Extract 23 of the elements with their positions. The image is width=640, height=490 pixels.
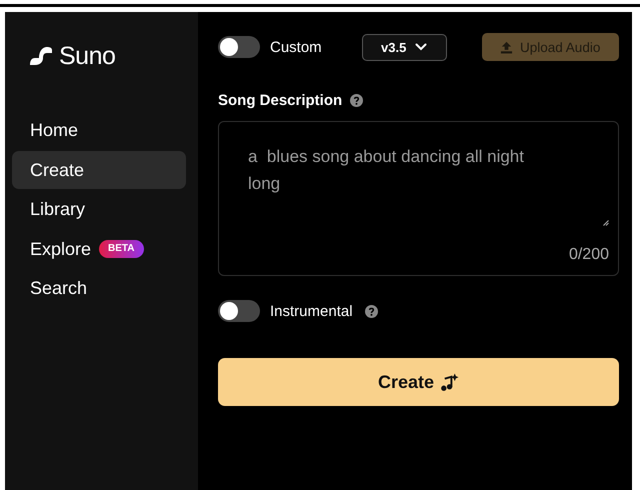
nav-item[interactable]: Create <box>12 150 186 188</box>
help-icon[interactable] <box>350 94 364 107</box>
nav-item[interactable]: Search <box>12 269 186 307</box>
resize-grip-icon <box>603 220 609 226</box>
toggle-switch[interactable] <box>218 300 260 322</box>
upload-icon <box>500 40 514 54</box>
beta-badge: BETA <box>99 240 144 258</box>
nav-item[interactable]: Explore BETA <box>12 230 186 268</box>
toggle-switch[interactable] <box>218 36 260 58</box>
wave-icon <box>29 46 53 66</box>
nav-item[interactable]: Library <box>12 190 186 228</box>
create-button[interactable]: Create <box>218 358 619 406</box>
toggle-label: Custom <box>270 38 322 56</box>
nav-item[interactable]: Home <box>12 111 186 149</box>
nav-label: Explore <box>30 238 92 261</box>
music-sparkle-icon <box>440 372 460 392</box>
version-dropdown[interactable]: v3.5 <box>362 34 447 60</box>
caret-icon <box>415 43 428 51</box>
character-counter: 0/200 <box>568 246 609 264</box>
help-icon[interactable] <box>364 304 378 318</box>
toggle-label: Instrumental <box>270 302 353 320</box>
suno-logo[interactable]: Suno <box>29 41 186 71</box>
field-label: Song Description <box>218 92 342 109</box>
